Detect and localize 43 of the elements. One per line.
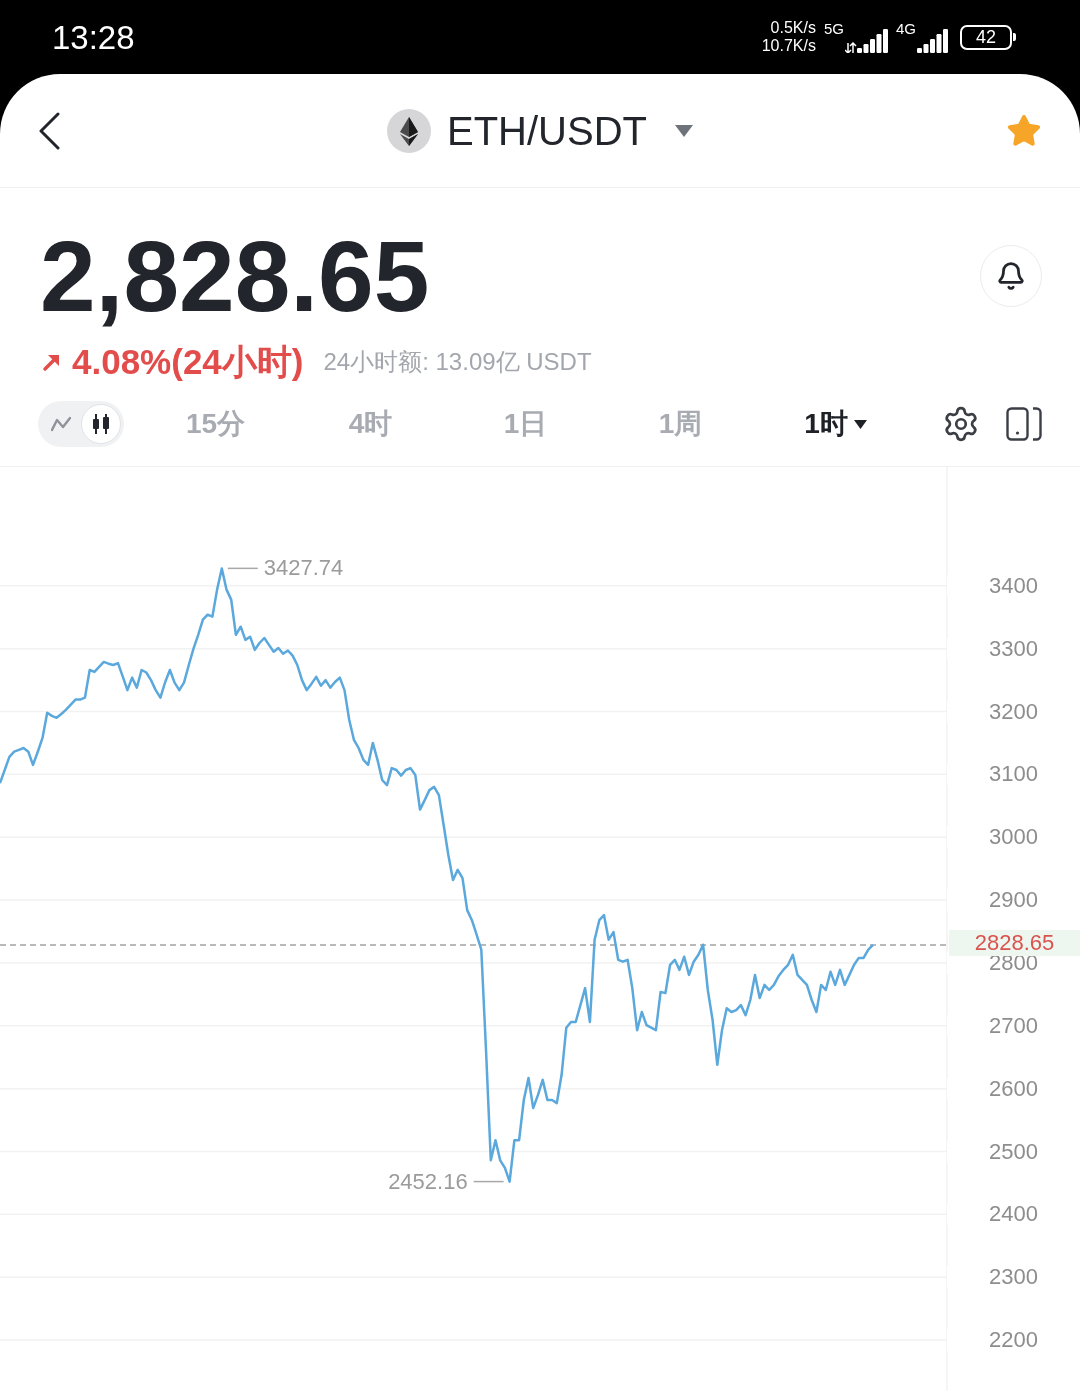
- line-chart-icon: [51, 416, 71, 432]
- axis-label: 2700: [947, 1014, 1080, 1037]
- axis-label: 3200: [947, 700, 1080, 723]
- leader-line: [472, 1180, 505, 1183]
- axis-label: 2200: [947, 1329, 1080, 1352]
- status-time: 13:28: [52, 20, 135, 54]
- caret-icon: [675, 124, 693, 137]
- axis-label: 3000: [947, 826, 1080, 849]
- axis-label: 3400: [947, 574, 1080, 597]
- pair-selector[interactable]: ETH/USDT: [387, 108, 693, 153]
- bell-icon: [996, 261, 1026, 291]
- phone-layout-icon[interactable]: [1006, 407, 1042, 441]
- interval-tab[interactable]: 1日: [448, 401, 603, 447]
- last-price-label: 2828.65: [949, 929, 1080, 956]
- change-text: 4.08%(24小时): [72, 344, 304, 379]
- candlestick-icon: [91, 413, 111, 435]
- interval-tab[interactable]: 1时: [758, 401, 913, 447]
- settings-icon[interactable]: [942, 405, 980, 443]
- axis-label: 2600: [947, 1077, 1080, 1100]
- axis-label: 3100: [947, 763, 1080, 786]
- network-type: 5G: [823, 21, 844, 36]
- leader-line: [227, 567, 259, 570]
- axis-label: 2900: [947, 889, 1080, 912]
- network-type: 4G: [896, 21, 916, 36]
- network-speed: 0.5K/s: [770, 19, 816, 37]
- battery-indicator: 42: [960, 24, 1016, 50]
- back-icon[interactable]: [38, 111, 60, 150]
- axis-label: 2400: [947, 1203, 1080, 1226]
- axis-label: 2500: [947, 1140, 1080, 1163]
- axis-label: 3300: [947, 637, 1080, 660]
- axis-label: 2300: [947, 1266, 1080, 1289]
- coin-icon: [387, 108, 431, 153]
- price-text: 2,828.65: [40, 226, 430, 326]
- interval-tab[interactable]: 4时: [293, 401, 448, 447]
- price-annotation: 3427.74: [263, 557, 344, 580]
- caret-icon: [853, 419, 867, 429]
- interval-tab[interactable]: 1周: [603, 401, 758, 447]
- network-speed: 10.7K/s: [761, 37, 816, 55]
- volume-text: 24小时额: 13.09亿 USDT: [323, 349, 592, 374]
- star-icon[interactable]: [1006, 112, 1042, 149]
- candlestick-button[interactable]: [81, 404, 121, 444]
- price-annotation: 2452.16: [388, 1170, 468, 1193]
- interval-tab[interactable]: 15分: [138, 401, 293, 447]
